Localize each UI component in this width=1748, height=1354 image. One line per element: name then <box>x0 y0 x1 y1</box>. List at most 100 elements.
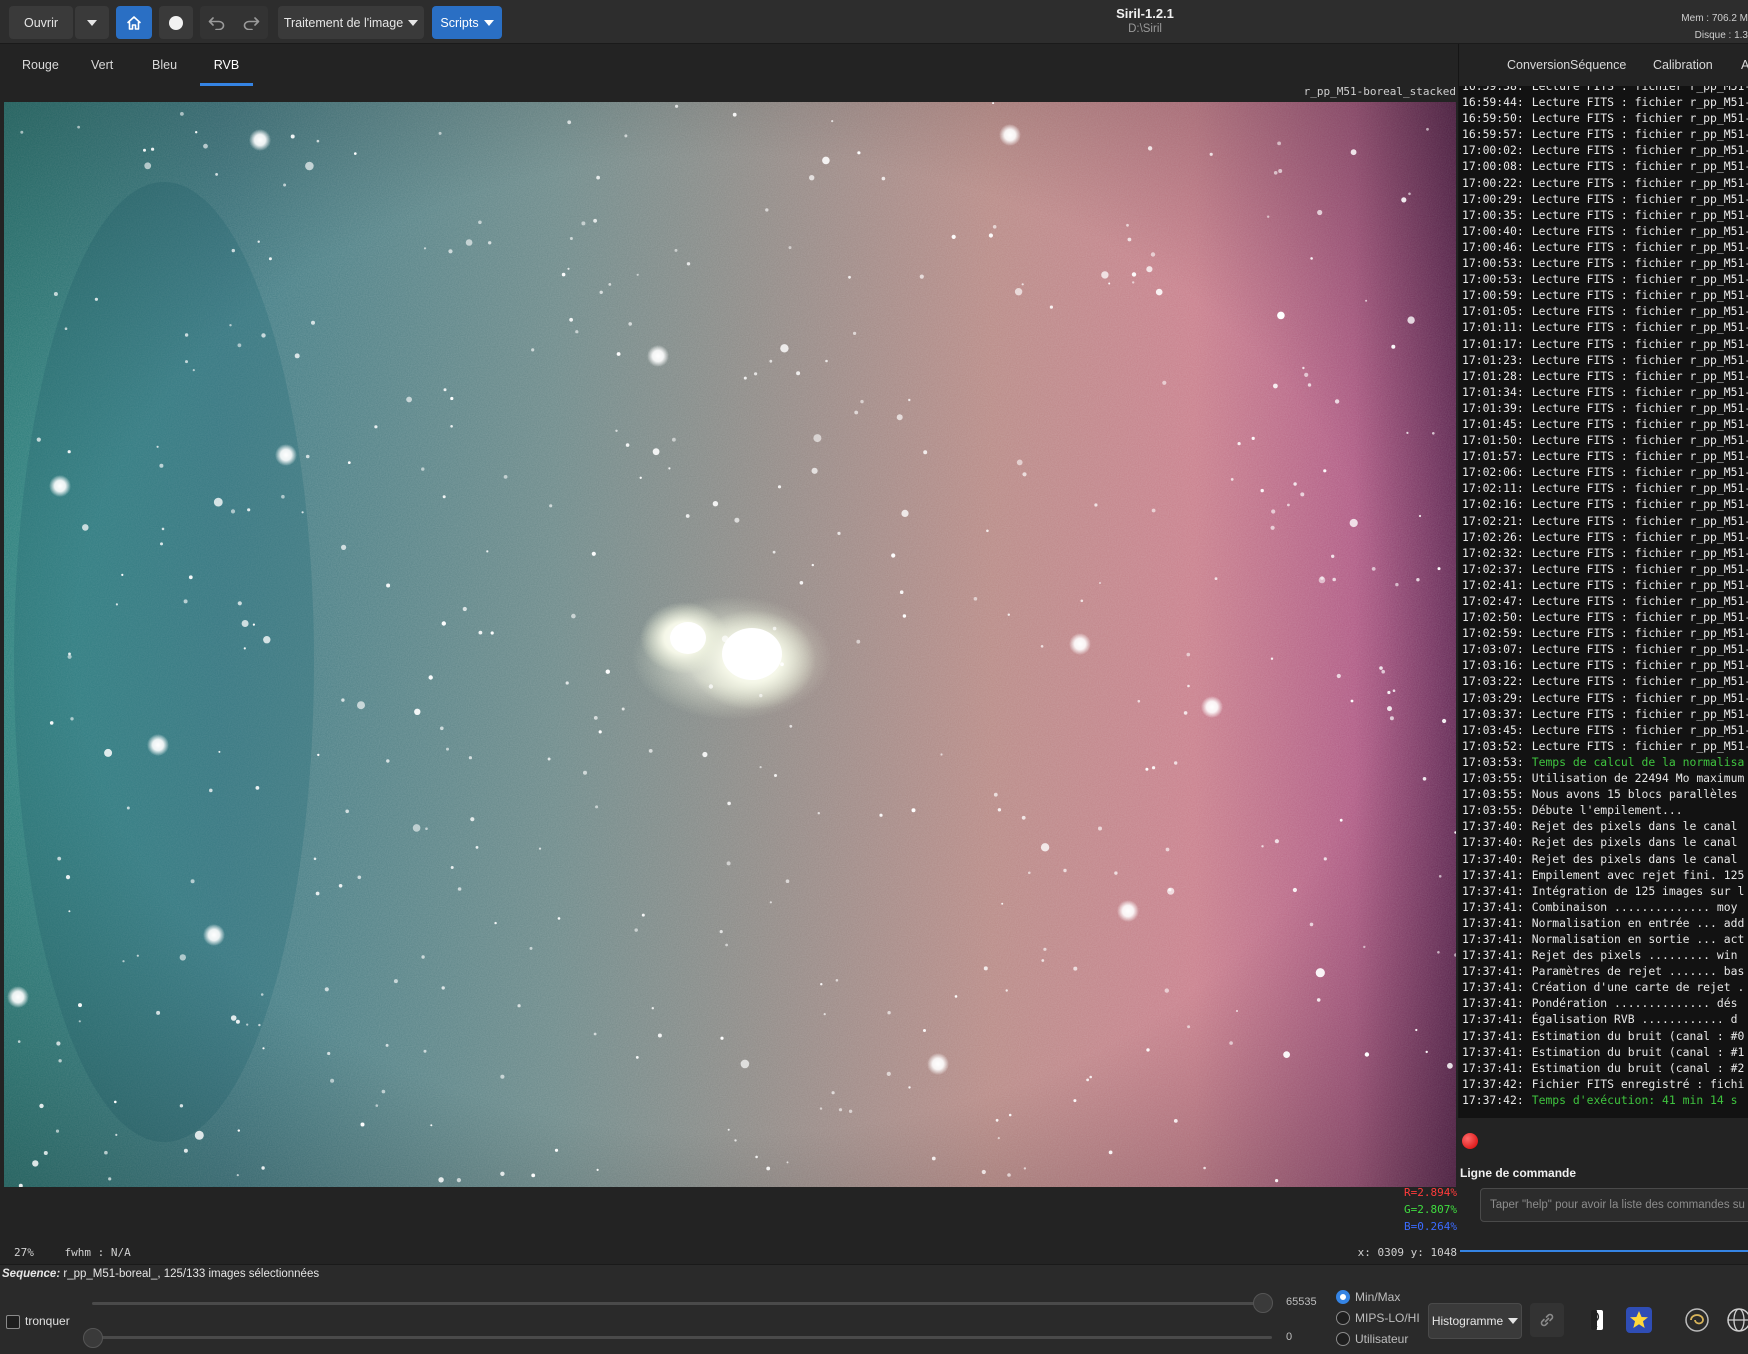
log-line: 16:59:50: Lecture FITS : fichier r_pp_M51… <box>1459 110 1748 126</box>
tab-blue[interactable]: Bleu <box>152 58 177 86</box>
star <box>639 476 642 479</box>
star <box>360 1122 365 1127</box>
star <box>262 1047 265 1050</box>
log-timestamp: 17:03:53: <box>1462 754 1524 769</box>
star <box>1283 1051 1290 1058</box>
recent-files-button[interactable] <box>75 6 109 39</box>
tab-calibration[interactable]: Calibration <box>1653 58 1713 72</box>
star <box>674 248 678 252</box>
bright-star <box>927 1053 949 1075</box>
negative-icon <box>1591 1310 1603 1330</box>
star <box>381 1089 386 1094</box>
log-line: 17:03:29: Lecture FITS : fichier r_pp_M51… <box>1459 690 1748 706</box>
scripts-menu[interactable]: Scripts <box>432 6 502 39</box>
link-icon <box>1540 1313 1554 1327</box>
log-message: Rejet des pixels ......... win <box>1531 948 1738 963</box>
star <box>462 606 467 612</box>
chevron-down-icon <box>1508 1318 1519 1324</box>
star <box>1273 171 1278 175</box>
annotate-button[interactable] <box>1722 1303 1748 1337</box>
home-button[interactable] <box>116 6 152 39</box>
star <box>237 601 242 606</box>
star <box>1001 902 1004 905</box>
open-button[interactable]: Ouvrir <box>9 6 73 39</box>
circle-icon <box>169 15 183 30</box>
radio-user[interactable] <box>1336 1332 1350 1346</box>
star <box>799 581 804 585</box>
tab-red[interactable]: Rouge <box>22 58 59 86</box>
star <box>218 750 221 753</box>
star <box>538 847 542 850</box>
tab-sequence[interactable]: Séquence <box>1570 58 1626 72</box>
star <box>32 1160 39 1167</box>
negative-view-button[interactable] <box>1580 1303 1614 1337</box>
star <box>734 1139 737 1142</box>
star <box>478 630 483 635</box>
log-line: 16:59:38: Lecture FITS : fichier r_pp_M51… <box>1459 86 1748 94</box>
livestack-button[interactable] <box>159 6 193 39</box>
log-message: Lecture FITS : fichier r_pp_M51- <box>1531 111 1748 126</box>
star <box>246 1023 249 1026</box>
star <box>1277 141 1281 146</box>
star <box>57 856 62 861</box>
star <box>252 623 255 626</box>
star <box>593 1032 597 1036</box>
radio-minmax[interactable] <box>1336 1290 1350 1304</box>
high-slider-track[interactable] <box>92 1302 1272 1305</box>
truncate-checkbox[interactable] <box>6 1315 20 1329</box>
image-processing-menu[interactable]: Traitement de l'image <box>278 6 424 39</box>
log-message: Lecture FITS : fichier r_pp_M51- <box>1531 288 1748 303</box>
log-timestamp: 17:01:17: <box>1462 336 1524 351</box>
undo-icon <box>208 16 225 30</box>
tab-green[interactable]: Vert <box>91 58 113 86</box>
star <box>1021 815 1026 820</box>
star <box>822 156 830 165</box>
star <box>1086 1078 1089 1082</box>
star <box>1008 1113 1012 1117</box>
star <box>1132 281 1135 284</box>
command-input[interactable]: Taper "help" pour avoir la liste des com… <box>1480 1188 1748 1222</box>
star <box>569 237 573 240</box>
log-timestamp: 17:01:34: <box>1462 384 1524 399</box>
log-message: Normalisation en entrée ... add <box>1531 915 1745 930</box>
undo-button[interactable] <box>200 16 234 30</box>
star <box>1164 988 1170 993</box>
log-message: Lecture FITS : fichier r_pp_M51- <box>1531 433 1748 448</box>
star <box>341 698 345 702</box>
color-saturation-button[interactable] <box>1622 1303 1656 1337</box>
tab-more[interactable]: A <box>1741 58 1748 72</box>
redo-button[interactable] <box>234 16 268 30</box>
log-timestamp: 17:37:41: <box>1462 899 1524 914</box>
false-color-button[interactable] <box>1680 1303 1714 1337</box>
star <box>774 774 777 777</box>
tab-rgb[interactable]: RVB <box>200 58 253 86</box>
log-line: 17:02:50: Lecture FITS : fichier r_pp_M51… <box>1459 609 1748 625</box>
display-mode-select[interactable]: Histogramme <box>1428 1303 1522 1339</box>
star <box>595 805 599 809</box>
log-console[interactable]: 16:59:38: Lecture FITS : fichier r_pp_M51… <box>1458 86 1748 1118</box>
tab-conversion[interactable]: Conversion <box>1507 58 1570 72</box>
star <box>1310 257 1313 260</box>
star <box>448 249 453 254</box>
log-timestamp: 17:01:45: <box>1462 416 1524 431</box>
low-slider-thumb[interactable] <box>83 1328 103 1348</box>
star <box>1350 149 1357 156</box>
log-message: Lecture FITS : fichier r_pp_M51- <box>1531 577 1748 592</box>
stop-button[interactable] <box>1462 1133 1478 1149</box>
log-line: 17:00:53: Lecture FITS : fichier r_pp_M51… <box>1459 271 1748 287</box>
star <box>1261 845 1264 848</box>
image-canvas[interactable] <box>4 102 1456 1187</box>
high-slider-thumb[interactable] <box>1253 1293 1273 1313</box>
log-line: 17:37:40: Rejet des pixels dans le canal <box>1459 834 1748 850</box>
star <box>421 955 425 959</box>
low-slider-track[interactable] <box>92 1336 1272 1339</box>
star <box>179 1104 184 1108</box>
star <box>819 1107 823 1110</box>
star <box>65 875 71 880</box>
star <box>294 353 300 359</box>
log-timestamp: 17:02:26: <box>1462 529 1524 544</box>
star <box>1334 399 1340 404</box>
link-channels-button[interactable] <box>1530 1303 1564 1337</box>
radio-mips[interactable] <box>1336 1311 1350 1325</box>
star <box>1016 459 1023 466</box>
